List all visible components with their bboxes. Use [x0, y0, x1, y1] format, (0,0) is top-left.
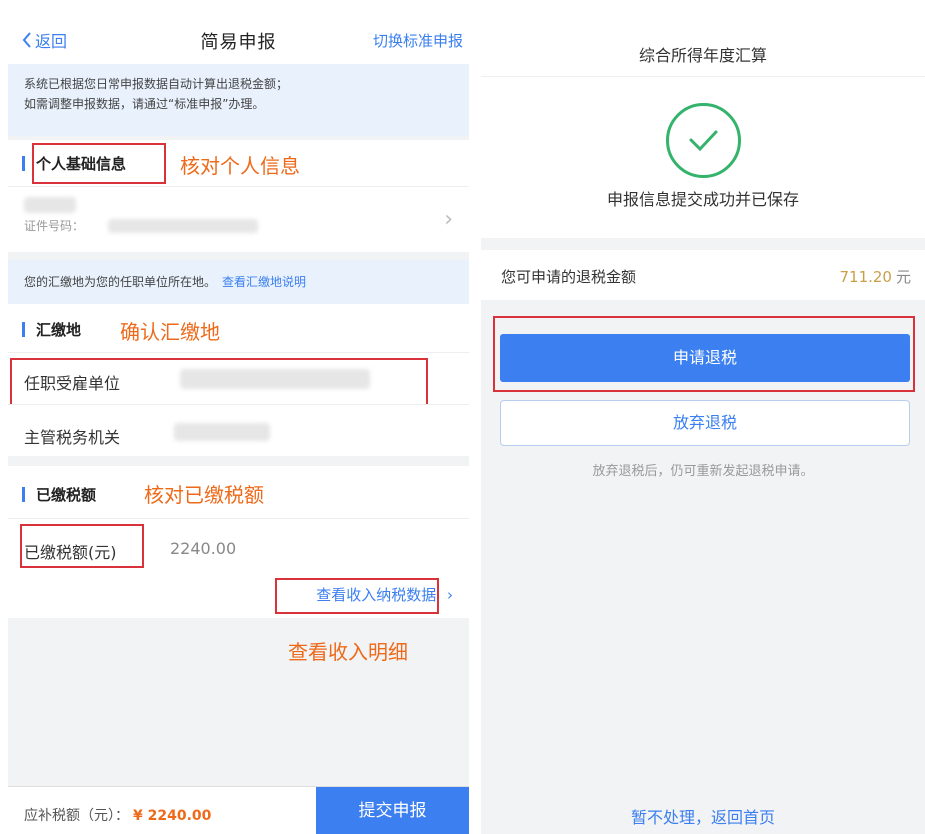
section-gap: [8, 252, 469, 260]
paid-tax-value: 2240.00: [170, 539, 237, 558]
simple-declaration-screen: 返回 简易申报 切换标准申报 系统已根据您日常申报数据自动计算出退税金额； 如需…: [8, 0, 469, 834]
personal-info-highlight: [32, 143, 166, 184]
paid-tax-highlight: [20, 524, 144, 568]
refund-amount-number: 711.20: [839, 268, 892, 286]
huijiao-title: 汇缴地: [36, 321, 82, 339]
section-accent-bar: [22, 156, 25, 171]
switch-standard-declaration-link[interactable]: 切换标准申报: [373, 30, 463, 51]
huijiao-header: 汇缴地 确认汇缴地: [8, 306, 469, 352]
apply-refund-button[interactable]: 申请退税: [500, 334, 910, 382]
payable-summary: 应补税额（元）： ¥ 2240.00: [24, 805, 211, 825]
personal-info-row[interactable]: 证件号码： ›: [8, 186, 469, 252]
tax-office-row: 主管税务机关: [8, 404, 469, 456]
submission-success-message: 申报信息提交成功并已保存: [606, 190, 799, 209]
title-divider: [481, 76, 925, 77]
bottom-bar: 应补税额（元）： ¥ 2240.00 提交申报: [8, 786, 469, 834]
paid-tax-header: 已缴税额 核对已缴税额: [8, 466, 469, 518]
tax-office-label: 主管税务机关: [24, 428, 121, 447]
masked-name: [24, 197, 76, 213]
section-gap: [481, 238, 925, 250]
paid-tax-annotation: 核对已缴税额: [144, 483, 264, 507]
abandon-refund-button[interactable]: 放弃退税: [500, 400, 910, 446]
huijiao-note-text: 您的汇缴地为您的任职单位所在地。: [24, 275, 217, 289]
notice-line-1: 系统已根据您日常申报数据自动计算出退税金额；: [24, 77, 289, 91]
masked-cert-number: [108, 219, 258, 233]
auto-calc-notice: 系统已根据您日常申报数据自动计算出退税金额； 如需调整申报数据，请通过“标准申报…: [8, 64, 469, 136]
cert-number-label: 证件号码：: [24, 219, 85, 233]
chevron-right-icon: ›: [447, 586, 453, 604]
submit-declaration-button[interactable]: 提交申报: [316, 787, 469, 834]
huijiao-explain-link[interactable]: 查看汇缴地说明: [222, 275, 306, 289]
income-link-highlight: [275, 578, 439, 614]
notice-line-2: 如需调整申报数据，请通过“标准申报”办理。: [24, 97, 265, 111]
panel-separator: [469, 0, 481, 834]
refund-amount-label: 您可申请的退税金额: [501, 268, 637, 286]
employer-highlight: [10, 358, 428, 408]
check-mark-icon: [689, 130, 718, 152]
abandon-hint: 放弃退税后，仍可重新发起退税申请。: [592, 464, 814, 479]
huijiao-annotation: 确认汇缴地: [120, 320, 220, 344]
payable-amount: ¥ 2240.00: [133, 808, 212, 824]
refund-amount-row: 您可申请的退税金额 711.20 元: [481, 250, 925, 300]
annual-settlement-title: 综合所得年度汇算: [638, 46, 767, 65]
success-check-icon: [666, 103, 741, 178]
section-accent-bar: [22, 487, 25, 502]
personal-info-annotation: 核对个人信息: [180, 154, 300, 178]
payable-label: 应补税额（元）：: [24, 808, 129, 824]
refund-amount-value: 711.20 元: [839, 266, 911, 287]
refund-amount-unit: 元: [895, 268, 911, 286]
section-gap: [8, 456, 469, 466]
section-accent-bar: [22, 322, 25, 337]
income-detail-annotation: 查看收入明细: [288, 640, 408, 664]
huijiao-note: 您的汇缴地为您的任职单位所在地。 查看汇缴地说明: [8, 260, 469, 304]
submission-success-screen: 综合所得年度汇算 申报信息提交成功并已保存 您可申请的退税金额 711.20 元 …: [481, 0, 925, 834]
back-to-home-link[interactable]: 暂不处理，返回首页: [481, 804, 925, 828]
paid-tax-title: 已缴税额: [36, 486, 97, 504]
nav-bar: 返回 简易申报 切换标准申报: [8, 0, 469, 64]
masked-tax-office: [174, 423, 270, 441]
chevron-right-icon: ›: [444, 207, 453, 232]
